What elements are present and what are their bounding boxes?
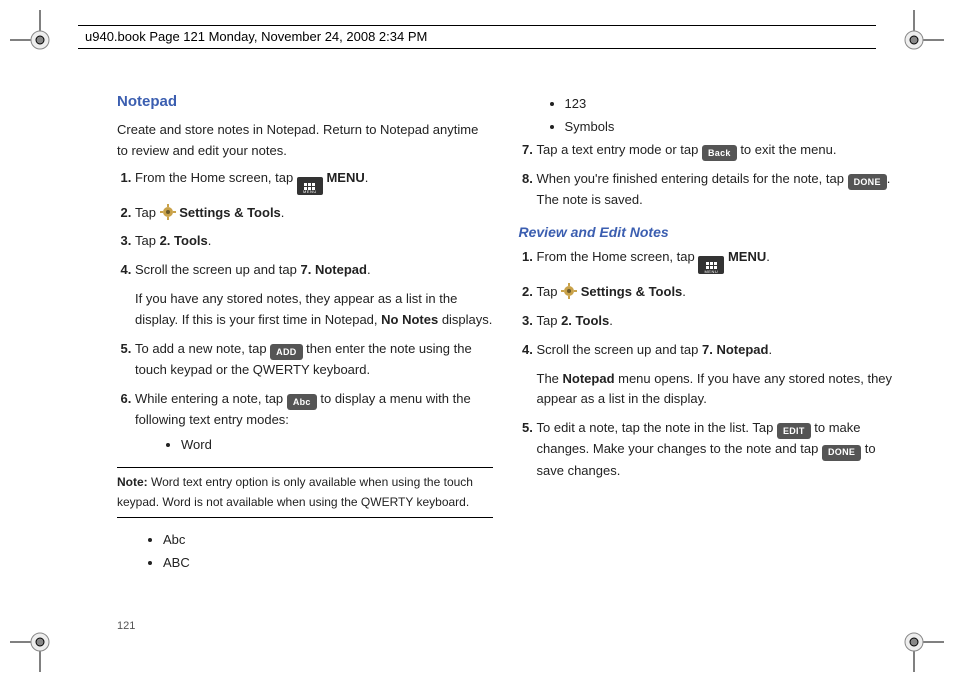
page-content: Notepad Create and store notes in Notepa… [117, 90, 894, 622]
step-3-text-c: . [208, 233, 212, 248]
cropmark-top-left [10, 10, 70, 70]
step-1: From the Home screen, tap MENU MENU. [135, 168, 493, 195]
step-7: Tap a text entry mode or tap Back to exi… [537, 140, 895, 161]
intro-text: Create and store notes in Notepad. Retur… [117, 120, 493, 162]
step-3-text-a: Tap [135, 233, 160, 248]
r-step-4-p2a: The [537, 371, 563, 386]
review-steps-list: From the Home screen, tap MENU MENU. Tap… [537, 247, 895, 481]
step-1-text-c: . [365, 170, 369, 185]
step-6-text-a: While entering a note, tap [135, 391, 287, 406]
heading-notepad: Notepad [117, 90, 493, 114]
r-step-2-b: Settings & Tools [577, 284, 682, 299]
r-step-4-b: 7. Notepad [702, 342, 768, 357]
r-step-4-p2b: Notepad [563, 371, 615, 386]
r-step-1: From the Home screen, tap MENU MENU. [537, 247, 895, 274]
step-8-text-a: When you're finished entering details fo… [537, 171, 848, 186]
edit-button-icon: EDIT [777, 423, 811, 439]
cropmark-bottom-left [10, 612, 70, 672]
gear-icon [561, 283, 577, 299]
step-7-text-b: to exit the menu. [737, 142, 837, 157]
note-text: Word text entry option is only available… [117, 475, 473, 508]
r-step-4: Scroll the screen up and tap 7. Notepad.… [537, 340, 895, 410]
step-4-p2b: No Notes [381, 312, 438, 327]
r-step-4-a: Scroll the screen up and tap [537, 342, 703, 357]
left-column: Notepad Create and store notes in Notepa… [117, 90, 493, 622]
mode-abc-upper: ABC [163, 553, 493, 574]
step-4-p2c: displays. [438, 312, 492, 327]
r-step-2-c: . [682, 284, 686, 299]
r-step-1-c: . [766, 249, 770, 264]
r-step-4-para2: The Notepad menu opens. If you have any … [537, 369, 895, 411]
running-head: u940.book Page 121 Monday, November 24, … [85, 29, 427, 44]
step-2-text-a: Tap [135, 205, 160, 220]
mode-word: Word [181, 435, 493, 456]
menu-icon: MENU [698, 256, 724, 274]
r-step-3-b: 2. Tools [561, 313, 609, 328]
menu-icon: MENU [297, 177, 323, 195]
step-4-text-a: Scroll the screen up and tap [135, 262, 301, 277]
r-step-1-a: From the Home screen, tap [537, 249, 699, 264]
done-button-icon: DONE [822, 445, 861, 461]
step-8: When you're finished entering details fo… [537, 169, 895, 211]
steps-list: From the Home screen, tap MENU MENU. Tap… [135, 168, 493, 456]
r-step-3-a: Tap [537, 313, 562, 328]
step-3-text-b: 2. Tools [160, 233, 208, 248]
mode-abc-init: Abc [163, 530, 493, 551]
header-rule-top [78, 25, 876, 26]
step-1-text-b: MENU [323, 170, 365, 185]
r-step-3-c: . [609, 313, 613, 328]
step-2: Tap Settings & Tools. [135, 203, 493, 224]
abc-button-icon: Abc [287, 394, 317, 410]
step-6: While entering a note, tap Abc to displa… [135, 389, 493, 456]
r-step-2: Tap Settings & Tools. [537, 282, 895, 303]
right-column: 123 Symbols Tap a text entry mode or tap… [519, 90, 895, 622]
step-2-text-b: Settings & Tools [176, 205, 281, 220]
mode-123: 123 [565, 94, 895, 115]
cropmark-top-right [884, 10, 944, 70]
r-step-5: To edit a note, tap the note in the list… [537, 418, 895, 481]
step-4-text-c: . [367, 262, 371, 277]
r-step-5-a: To edit a note, tap the note in the list… [537, 420, 777, 435]
step-4-text-b: 7. Notepad [301, 262, 367, 277]
entry-modes-list-3: 123 Symbols [565, 94, 895, 138]
step-7-text-a: Tap a text entry mode or tap [537, 142, 702, 157]
r-step-1-b: MENU [724, 249, 766, 264]
r-step-2-a: Tap [537, 284, 562, 299]
step-4: Scroll the screen up and tap 7. Notepad.… [135, 260, 493, 330]
entry-modes-list-2: Abc ABC [163, 530, 493, 574]
entry-modes-list-1: Word [181, 435, 493, 456]
step-2-text-c: . [281, 205, 285, 220]
r-step-4-c: . [768, 342, 772, 357]
add-button-icon: ADD [270, 344, 302, 360]
step-4-para2: If you have any stored notes, they appea… [135, 289, 493, 331]
steps-list-cont: Tap a text entry mode or tap Back to exi… [537, 140, 895, 211]
header-rule-bottom [78, 48, 876, 49]
done-button-icon: DONE [848, 174, 887, 190]
mode-symbols: Symbols [565, 117, 895, 138]
step-3: Tap 2. Tools. [135, 231, 493, 252]
gear-icon [160, 204, 176, 220]
page-number: 121 [117, 620, 135, 632]
step-5-text-a: To add a new note, tap [135, 341, 270, 356]
note-block: Note: Word text entry option is only ava… [117, 467, 493, 517]
r-step-3: Tap 2. Tools. [537, 311, 895, 332]
back-button-icon: Back [702, 145, 737, 161]
heading-review-edit: Review and Edit Notes [519, 221, 895, 243]
step-1-text-a: From the Home screen, tap [135, 170, 297, 185]
step-5: To add a new note, tap ADD then enter th… [135, 339, 493, 381]
note-label: Note: [117, 475, 148, 489]
